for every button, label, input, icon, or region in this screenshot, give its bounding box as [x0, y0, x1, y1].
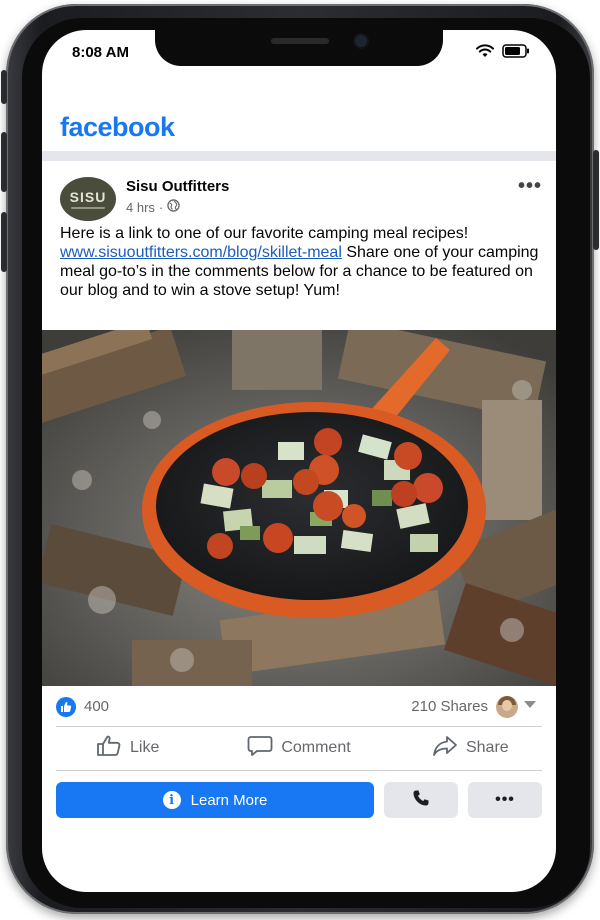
comment-label: Comment: [281, 739, 351, 756]
actions-divider-top: [56, 726, 542, 727]
power-button: [593, 150, 599, 250]
post-meta: 4 hrs ·: [126, 199, 180, 215]
comment-icon: [247, 735, 273, 762]
reactions-summary: 400 210 Shares: [42, 692, 556, 722]
comment-button[interactable]: Comment: [213, 728, 384, 768]
mute-switch: [1, 70, 7, 104]
shares-count[interactable]: 210 Shares: [411, 698, 488, 715]
status-time: 8:08 AM: [72, 44, 129, 61]
avatar-logo-rule: [71, 206, 105, 209]
info-icon: i: [162, 791, 181, 809]
like-label: Like: [129, 739, 160, 756]
wifi-icon: [476, 44, 494, 58]
status-icons: [476, 44, 530, 58]
phone-screen: 8:08 AM facebook SISU Sisu Outfitters 4 …: [42, 30, 556, 892]
learn-more-label: Learn More: [190, 791, 268, 809]
post-timestamp[interactable]: 4 hrs: [126, 200, 155, 215]
share-button[interactable]: Share: [385, 728, 556, 768]
post-options-icon[interactable]: •••: [518, 176, 542, 196]
volume-up-button: [1, 132, 7, 192]
call-button[interactable]: [384, 782, 458, 818]
share-label: Share: [465, 739, 509, 756]
post-header: SISU Sisu Outfitters 4 hrs · •••: [42, 170, 556, 226]
thumbs-up-icon: [96, 735, 122, 762]
post-body: Here is a link to one of our favorite ca…: [60, 224, 540, 300]
page-avatar[interactable]: SISU: [60, 177, 116, 221]
meta-separator: ·: [158, 199, 164, 215]
viewer-avatar[interactable]: [496, 696, 518, 718]
call-to-action-row: i Learn More •••: [56, 782, 542, 818]
like-reaction-icon[interactable]: [56, 697, 76, 717]
post-actions: Like Comment Share: [42, 728, 556, 768]
page-name[interactable]: Sisu Outfitters: [126, 178, 229, 195]
avatar-logo-text: SISU: [69, 188, 107, 205]
app-header: facebook: [42, 104, 556, 150]
globe-icon: [167, 199, 180, 215]
share-arrow-icon: [432, 735, 458, 762]
learn-more-button[interactable]: i Learn More: [56, 782, 374, 818]
like-button[interactable]: Like: [42, 728, 213, 768]
more-options-button[interactable]: •••: [468, 782, 542, 818]
post-link[interactable]: www.sisuoutfitters.com/blog/skillet-meal: [60, 244, 342, 261]
notch: [155, 30, 443, 66]
front-camera: [355, 35, 367, 47]
volume-down-button: [1, 212, 7, 272]
post-body-intro: Here is a link to one of our favorite ca…: [60, 225, 469, 242]
chevron-down-icon[interactable]: [524, 701, 536, 708]
feed-divider: [42, 151, 556, 161]
facebook-logo[interactable]: facebook: [60, 112, 175, 142]
post-image[interactable]: [42, 330, 556, 686]
phone-icon: [412, 789, 430, 812]
actions-divider-bottom: [56, 770, 542, 771]
reaction-count[interactable]: 400: [84, 698, 109, 715]
battery-icon: [502, 44, 530, 58]
speaker-grille: [271, 38, 329, 44]
